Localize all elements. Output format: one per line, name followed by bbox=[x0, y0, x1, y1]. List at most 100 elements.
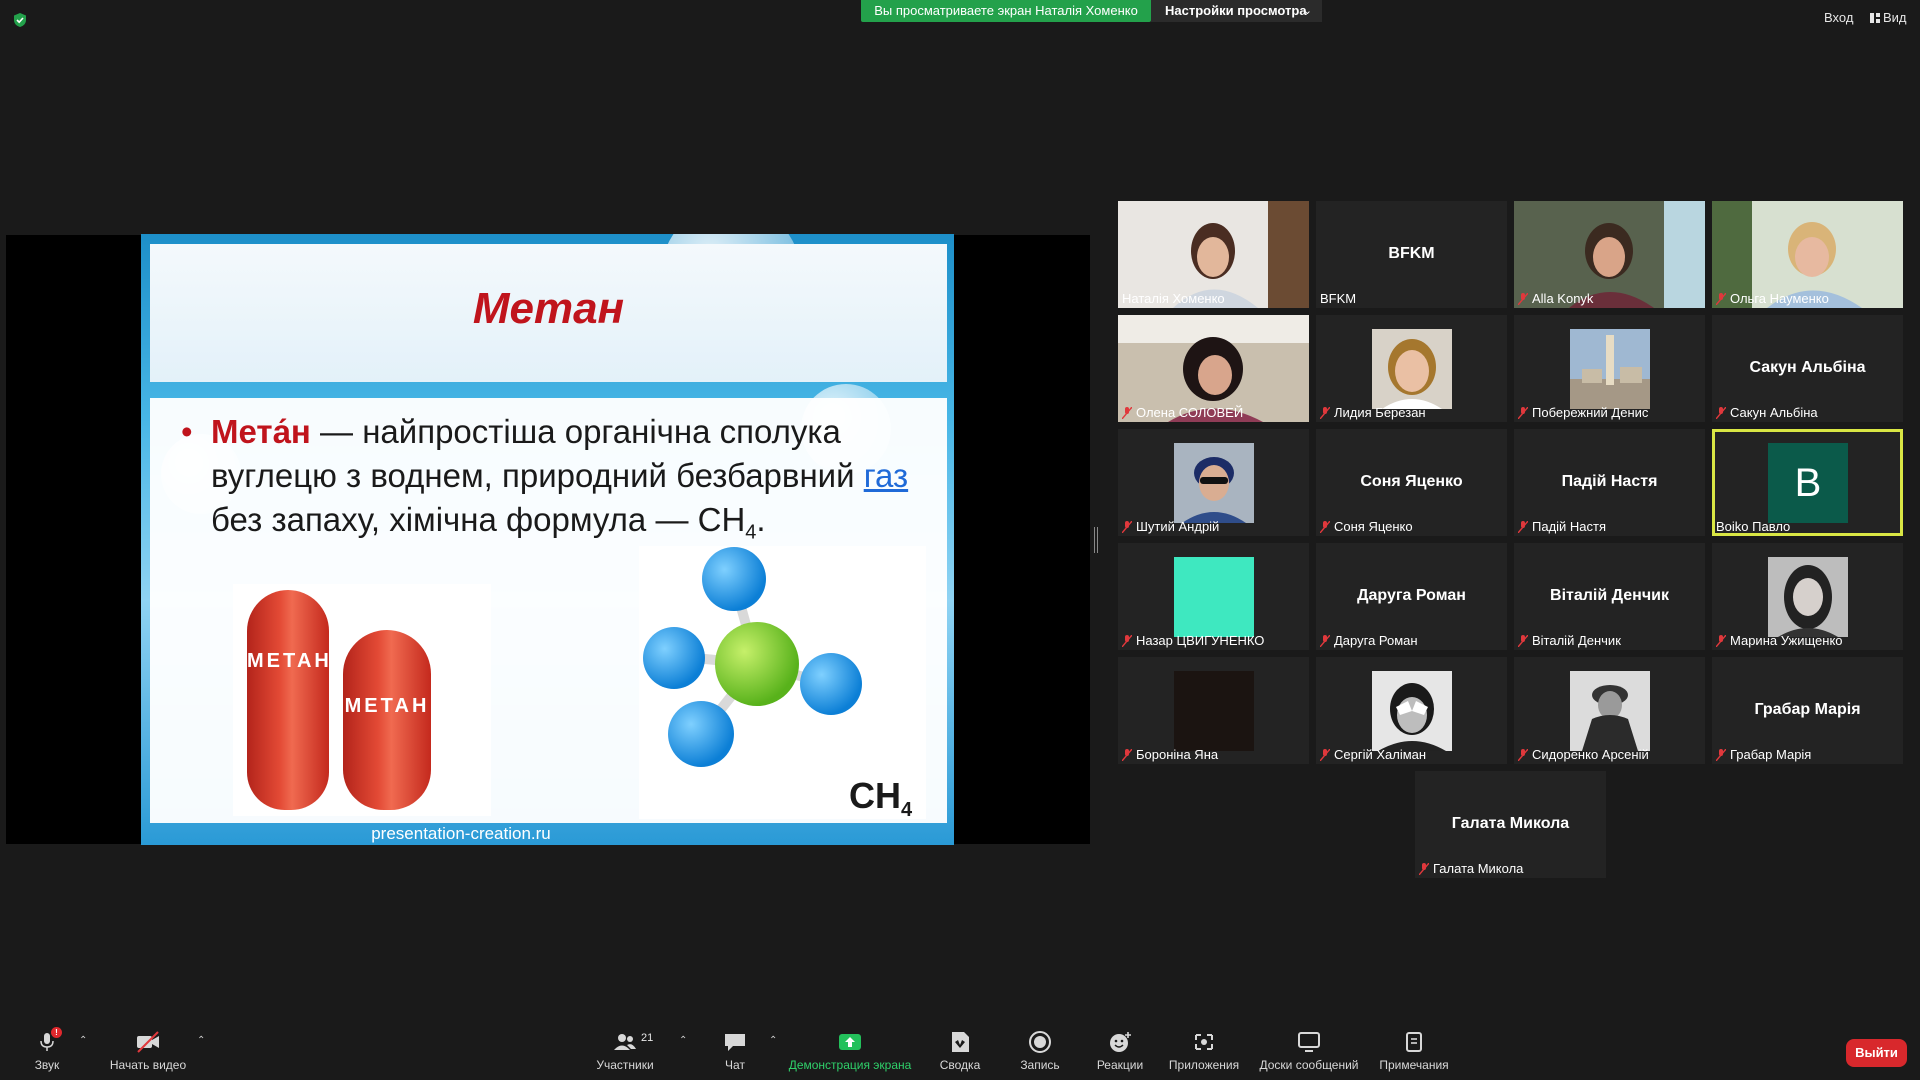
reactions-button[interactable]: Реакции bbox=[1090, 1015, 1150, 1080]
avatar bbox=[1372, 329, 1452, 409]
apps-button[interactable]: Приложения bbox=[1166, 1015, 1242, 1080]
participant-name: Віталій Денчик bbox=[1518, 633, 1621, 648]
share-screen-button[interactable]: Демонстрация экрана bbox=[786, 1015, 914, 1080]
muted-mic-icon bbox=[1419, 863, 1429, 875]
participant-display-name: Віталій Денчик bbox=[1550, 587, 1669, 604]
avatar bbox=[1372, 671, 1452, 751]
avatar bbox=[1570, 329, 1650, 409]
participant-tile[interactable]: Наталія Хоменко bbox=[1118, 201, 1309, 308]
view-label: Вид bbox=[1883, 10, 1907, 25]
notes-icon bbox=[1406, 1032, 1422, 1052]
participant-name: Падій Настя bbox=[1518, 519, 1606, 534]
definition-part-2: без запаху, хімічна формула — CH bbox=[211, 501, 746, 538]
participant-tile[interactable]: Ольга Науменко bbox=[1712, 201, 1903, 308]
video-button[interactable]: Начать видео bbox=[108, 1015, 188, 1080]
leave-meeting-button[interactable]: Выйти bbox=[1846, 1039, 1907, 1067]
participant-tile[interactable]: Олена СОЛОВЕЙ bbox=[1118, 315, 1309, 422]
participant-name: Сидоренко Арсеній bbox=[1518, 747, 1649, 762]
participant-tile[interactable]: Шутий Андрій bbox=[1118, 429, 1309, 536]
chat-options-caret[interactable]: ⌃ bbox=[762, 1015, 778, 1080]
participant-tile[interactable]: Галата Микола Галата Микола bbox=[1415, 771, 1606, 878]
participant-name-text: Соня Яценко bbox=[1334, 519, 1413, 534]
muted-mic-icon bbox=[1122, 521, 1132, 533]
top-bar: Вы просматриваете экран Наталія Хоменко … bbox=[0, 0, 1920, 27]
participant-name-text: Шутий Андрій bbox=[1136, 519, 1220, 534]
muted-mic-icon bbox=[1716, 635, 1726, 647]
participants-options-caret[interactable]: ⌃ bbox=[672, 1015, 688, 1080]
participant-tile[interactable]: Грабар Марія Грабар Марія bbox=[1712, 657, 1903, 764]
participant-tile[interactable]: Сакун Альбіна Сакун Альбіна bbox=[1712, 315, 1903, 422]
muted-mic-icon bbox=[1320, 521, 1330, 533]
participant-tile[interactable]: BFKM BFKM bbox=[1316, 201, 1507, 308]
muted-mic-icon bbox=[1122, 749, 1132, 761]
summary-button[interactable]: Сводка bbox=[932, 1015, 988, 1080]
muted-mic-icon bbox=[1518, 521, 1528, 533]
slide-text: • Мета́н — найпростіша органічна сполука … bbox=[181, 410, 931, 555]
muted-mic-icon bbox=[1518, 635, 1528, 647]
participant-tile[interactable]: Сидоренко Арсеній bbox=[1514, 657, 1705, 764]
participant-display-name: Галата Микола bbox=[1451, 815, 1570, 832]
video-off-icon bbox=[137, 1031, 159, 1053]
gas-tank-right: МЕТАН bbox=[343, 630, 431, 810]
chevron-up-icon: ⌃ bbox=[679, 1035, 688, 1046]
reactions-label: Реакции bbox=[1096, 1058, 1144, 1072]
avatar bbox=[1768, 557, 1848, 637]
muted-mic-icon bbox=[1716, 749, 1726, 761]
slide-title-panel: Метан bbox=[150, 244, 947, 382]
summary-icon bbox=[952, 1032, 969, 1052]
participant-tile[interactable]: Alla Konyk bbox=[1514, 201, 1705, 308]
slide-title: Метан bbox=[472, 284, 625, 333]
participant-tile-active-speaker[interactable]: B Boiko Павло bbox=[1712, 429, 1903, 536]
participant-tile[interactable]: Назар ЦВИГУНЕНКО bbox=[1118, 543, 1309, 650]
whiteboards-button[interactable]: Доски сообщений bbox=[1254, 1015, 1364, 1080]
participant-name-text: Даруга Роман bbox=[1334, 633, 1418, 648]
ch4-text: CH bbox=[849, 775, 901, 816]
participant-name: Ольга Науменко bbox=[1716, 291, 1829, 306]
apps-label: Приложения bbox=[1168, 1058, 1240, 1072]
participant-tile[interactable]: Віталій Денчик Віталій Денчик bbox=[1514, 543, 1705, 650]
view-options-label: Настройки просмотра bbox=[1165, 3, 1307, 18]
participant-name: Boiko Павло bbox=[1716, 519, 1791, 534]
participant-tile[interactable]: Сергій Халіман bbox=[1316, 657, 1507, 764]
audio-warning-badge: ! bbox=[51, 1027, 62, 1038]
chat-button[interactable]: Чат bbox=[712, 1015, 758, 1080]
record-icon bbox=[1029, 1031, 1051, 1053]
view-options-button[interactable]: Настройки просмотра ⌄ bbox=[1151, 0, 1322, 22]
participant-tile[interactable]: Побережний Денис bbox=[1514, 315, 1705, 422]
view-button[interactable]: Вид bbox=[1870, 10, 1907, 25]
participant-tile[interactable]: Лидия Березан bbox=[1316, 315, 1507, 422]
avatar bbox=[1570, 671, 1650, 751]
participant-tile[interactable]: Соня Яценко Соня Яценко bbox=[1316, 429, 1507, 536]
gas-link: газ bbox=[863, 457, 909, 494]
reactions-icon bbox=[1110, 1032, 1131, 1052]
participants-button[interactable]: 21 Участники bbox=[592, 1015, 658, 1080]
notes-button[interactable]: Примечания bbox=[1374, 1015, 1454, 1080]
participant-tile[interactable]: Марина Ужищенко bbox=[1712, 543, 1903, 650]
whiteboard-icon bbox=[1298, 1032, 1320, 1052]
tank-label: МЕТАН bbox=[247, 650, 332, 672]
participant-display-name: BFKM bbox=[1388, 245, 1435, 262]
participant-name-text: Падій Настя bbox=[1532, 519, 1607, 534]
enter-button[interactable]: Вход bbox=[1824, 10, 1853, 25]
chevron-up-icon: ⌃ bbox=[197, 1035, 206, 1046]
participant-name-text: Alla Konyk bbox=[1532, 291, 1594, 306]
presentation-slide: Метан • Мета́н — найпростіша органічна сп… bbox=[141, 234, 954, 845]
participant-name: Олена СОЛОВЕЙ bbox=[1122, 405, 1243, 420]
participant-name-text: Олена СОЛОВЕЙ bbox=[1136, 405, 1244, 420]
audio-button[interactable]: ! Звук bbox=[22, 1015, 72, 1080]
participant-name: Наталія Хоменко bbox=[1122, 291, 1225, 306]
participant-tile[interactable]: Бороніна Яна bbox=[1118, 657, 1309, 764]
splitter-handle[interactable] bbox=[1094, 527, 1098, 553]
video-options-caret[interactable]: ⌃ bbox=[190, 1015, 206, 1080]
record-button[interactable]: Запись bbox=[1012, 1015, 1068, 1080]
participant-tile[interactable]: Падій Настя Падій Настя bbox=[1514, 429, 1705, 536]
avatar bbox=[1174, 443, 1254, 523]
chevron-up-icon: ⌃ bbox=[769, 1035, 778, 1046]
participant-name-text: Сидоренко Арсеній bbox=[1532, 747, 1649, 762]
apps-icon bbox=[1195, 1034, 1213, 1050]
video-label: Начать видео bbox=[109, 1058, 187, 1072]
security-shield-icon[interactable] bbox=[12, 12, 28, 28]
participant-name: BFKM bbox=[1320, 291, 1357, 306]
participant-tile[interactable]: Даруга Роман Даруга Роман bbox=[1316, 543, 1507, 650]
audio-options-caret[interactable]: ⌃ bbox=[72, 1015, 87, 1080]
